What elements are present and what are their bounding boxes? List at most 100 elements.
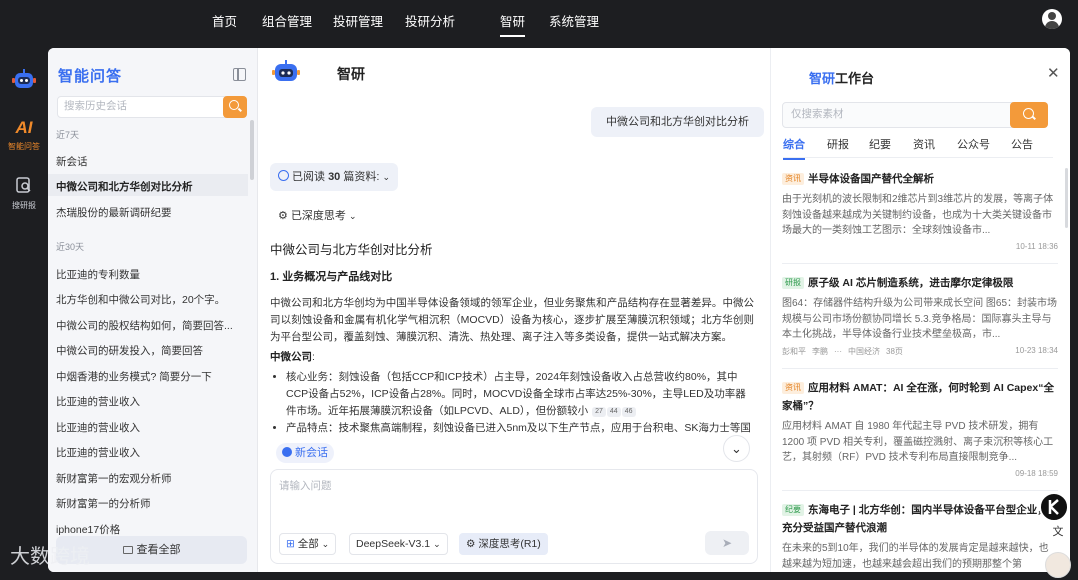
answer-bullet: 核心业务：刻蚀设备（包括CCP和ICP技术）占主导，2024年刻蚀设备收入占总营…	[286, 369, 754, 420]
divider	[782, 368, 1058, 369]
scope-select[interactable]: ⊞ 全部 ⌄	[279, 533, 337, 555]
answer-bullet: 产品特点：技术聚焦高端制程，刻蚀设备已进入5nm及以下生产节点，应用于台积电、S…	[286, 420, 754, 437]
watermark: 大数跨境	[10, 546, 90, 568]
deep-thinking-toggle[interactable]: ⚙ 已深度思考 ⌄	[270, 202, 365, 230]
material-search	[782, 102, 1048, 128]
card-body: 由于光刻机的波长限制和2维芯片到3维芯片的发展，等离子体刻蚀设备越来越成为关键制…	[782, 194, 1054, 236]
nav-home[interactable]: 首页	[212, 11, 237, 30]
assistant-avatar-icon[interactable]	[1045, 552, 1071, 578]
new-chat-button[interactable]: 新会话	[276, 443, 334, 463]
k-logo-icon[interactable]	[1039, 492, 1069, 522]
tab-wechat[interactable]: 公众号	[957, 136, 990, 152]
chat-bubble-icon	[282, 447, 292, 457]
tab-all[interactable]: 综合	[783, 136, 805, 160]
nav-zhiyan[interactable]: 智研	[500, 11, 526, 37]
history-search	[57, 96, 247, 118]
nav-research-mgmt[interactable]: 投研管理	[333, 11, 383, 30]
tab-news[interactable]: 资讯	[913, 136, 935, 152]
new-chat-label: 新会话	[295, 447, 328, 459]
divider	[782, 263, 1058, 264]
left-rail: AI 智能问答 搜研报	[0, 44, 48, 580]
tab-reports[interactable]: 研报	[827, 136, 849, 152]
answer-subheading-suffix: :	[312, 351, 315, 363]
history-item[interactable]: 北方华创和中微公司对比，20个字。	[48, 287, 248, 309]
scope-value: 全部	[297, 538, 319, 550]
history-group-label: 近30天	[56, 242, 85, 252]
citation[interactable]: 44	[606, 407, 621, 417]
search-icon	[1023, 108, 1034, 119]
history-item[interactable]: 新会话	[48, 149, 248, 171]
tab-minutes[interactable]: 纪要	[869, 136, 891, 152]
rail-item-qa[interactable]: AI 智能问答	[0, 118, 48, 152]
deep-think-icon: ⚙	[466, 538, 476, 550]
history-item[interactable]: 中烟香港的业务模式? 简要分一下	[48, 364, 248, 386]
history-item[interactable]: 比亚迪的营业收入	[48, 389, 248, 411]
model-select[interactable]: DeepSeek-V3.1 ⌄	[349, 533, 448, 555]
workbench-scrollbar[interactable]	[1065, 168, 1068, 228]
material-card[interactable]: 资讯 半导体设备国产替代全解析 由于光刻机的波长限制和2维芯片到3维芯片的发展，等…	[782, 170, 1058, 254]
card-title: 原子级 AI 芯片制造系统，进击摩尔定律极限	[808, 277, 1014, 289]
tab-announcements[interactable]: 公告	[1011, 136, 1033, 152]
history-search-input[interactable]	[64, 100, 214, 112]
history-item[interactable]: 比亚迪的营业收入	[48, 415, 248, 437]
double-chevron-down-icon: ⌄	[731, 441, 742, 456]
model-value: DeepSeek-V3.1	[356, 538, 431, 550]
history-item[interactable]: 中微公司的研发投入，简要回答	[48, 338, 248, 360]
chevron-down-icon: ⌄	[382, 172, 391, 182]
material-search-input[interactable]	[791, 108, 1011, 120]
material-card[interactable]: 资讯 应用材料 AMAT：AI 全在涨，何时轮到 AI Capex“全家桶”？ 应…	[782, 379, 1058, 481]
scroll-down-button[interactable]: ⌄	[723, 435, 750, 462]
rail-item-report-search[interactable]: 搜研报	[0, 176, 48, 211]
nav-research-analysis[interactable]: 投研分析	[405, 11, 455, 30]
check-circle-icon	[278, 170, 289, 181]
workbench-title-rest: 工作台	[835, 71, 875, 86]
translate-icon[interactable]: 文	[1048, 522, 1068, 542]
answer-subheading: 中微公司	[270, 351, 312, 363]
send-button[interactable]: ➤	[705, 531, 749, 555]
history-item[interactable]: 中微公司的股权结构如何，简要回答...	[48, 313, 248, 335]
rail-item-label: 智能问答	[8, 142, 40, 151]
card-title: 应用材料 AMAT：AI 全在涨，何时轮到 AI Capex“全家桶”？	[782, 382, 1054, 412]
ai-icon: AI	[15, 118, 33, 137]
history-scrollbar[interactable]	[250, 120, 254, 180]
card-author: 李鹏	[812, 347, 828, 356]
history-item[interactable]: 新财富第一的分析师	[48, 491, 248, 513]
close-icon[interactable]: ✕	[1047, 64, 1060, 82]
deep-think-button[interactable]: ⚙ 深度思考(R1)	[459, 533, 548, 555]
answer-paragraph: 中微公司和北方华创均为中国半导体设备领域的领军企业，但业务聚焦和产品结构存在显著…	[270, 297, 754, 343]
read-suffix: 篇资料:	[343, 171, 380, 183]
deep-think-label: 深度思考(R1)	[478, 538, 541, 550]
card-pages: 38页	[886, 347, 903, 356]
nav-system-mgmt[interactable]: 系统管理	[549, 11, 599, 30]
nav-portfolio[interactable]: 组合管理	[262, 11, 312, 30]
history-sidebar: 智能问答 近7天 新会话 中微公司和北方华创对比分析 杰瑞股份的最新调研纪要 近…	[48, 48, 258, 572]
card-title: 半导体设备国产替代全解析	[808, 173, 934, 185]
history-item[interactable]: 比亚迪的营业收入	[48, 440, 248, 462]
chevron-down-icon: ⌄	[349, 211, 357, 221]
citation[interactable]: 46	[621, 407, 636, 417]
citation[interactable]: 27	[592, 407, 606, 417]
robot-icon[interactable]	[0, 68, 48, 95]
answer-section-heading: 1. 业务概况与产品线对比	[270, 271, 393, 283]
history-item[interactable]: 杰瑞股份的最新调研纪要	[48, 200, 248, 222]
read-sources-toggle[interactable]: 已阅读 30 篇资料: ⌄	[270, 163, 399, 191]
composer: ⊞ 全部 ⌄ DeepSeek-V3.1 ⌄ ⚙ 深度思考(R1) ➤	[270, 469, 758, 564]
history-item-active[interactable]: 中微公司和北方华创对比分析	[48, 174, 248, 196]
history-brand: 智能问答	[58, 68, 123, 85]
card-tag: 资讯	[782, 382, 804, 394]
history-item[interactable]: 比亚迪的专利数量	[48, 262, 248, 284]
workbench-panel: 智研工作台 ✕ 综合 研报 纪要 资讯 公众号 公告 资讯半导体设备国产替代全解…	[770, 48, 1070, 572]
deep-label: 已深度思考	[290, 210, 346, 222]
collapse-sidebar-icon[interactable]	[233, 68, 246, 81]
user-avatar-icon[interactable]	[1042, 9, 1062, 29]
material-card[interactable]: 研报 原子级 AI 芯片制造系统，进击摩尔定律极限 图64：存储器件结构升级为公司…	[782, 274, 1058, 358]
read-label: 已阅读	[292, 171, 325, 183]
answer-bullet-text: 核心业务：刻蚀设备（包括CCP和ICP技术）占主导，2024年刻蚀设备收入占总营…	[286, 371, 746, 417]
material-search-button[interactable]	[1010, 102, 1048, 128]
question-input[interactable]	[279, 478, 749, 518]
top-bar: 首页 组合管理 投研管理 投研分析 智研 系统管理	[0, 0, 1078, 44]
history-search-button[interactable]	[223, 96, 247, 118]
history-item[interactable]: 新财富第一的宏观分析师	[48, 466, 248, 488]
material-card[interactable]: 纪要 东海电子 | 北方华创：国内半导体设备平台型企业，充分受益国产替代浪潮 在未…	[782, 501, 1058, 572]
card-date: 09-18 18:59	[1015, 469, 1058, 478]
